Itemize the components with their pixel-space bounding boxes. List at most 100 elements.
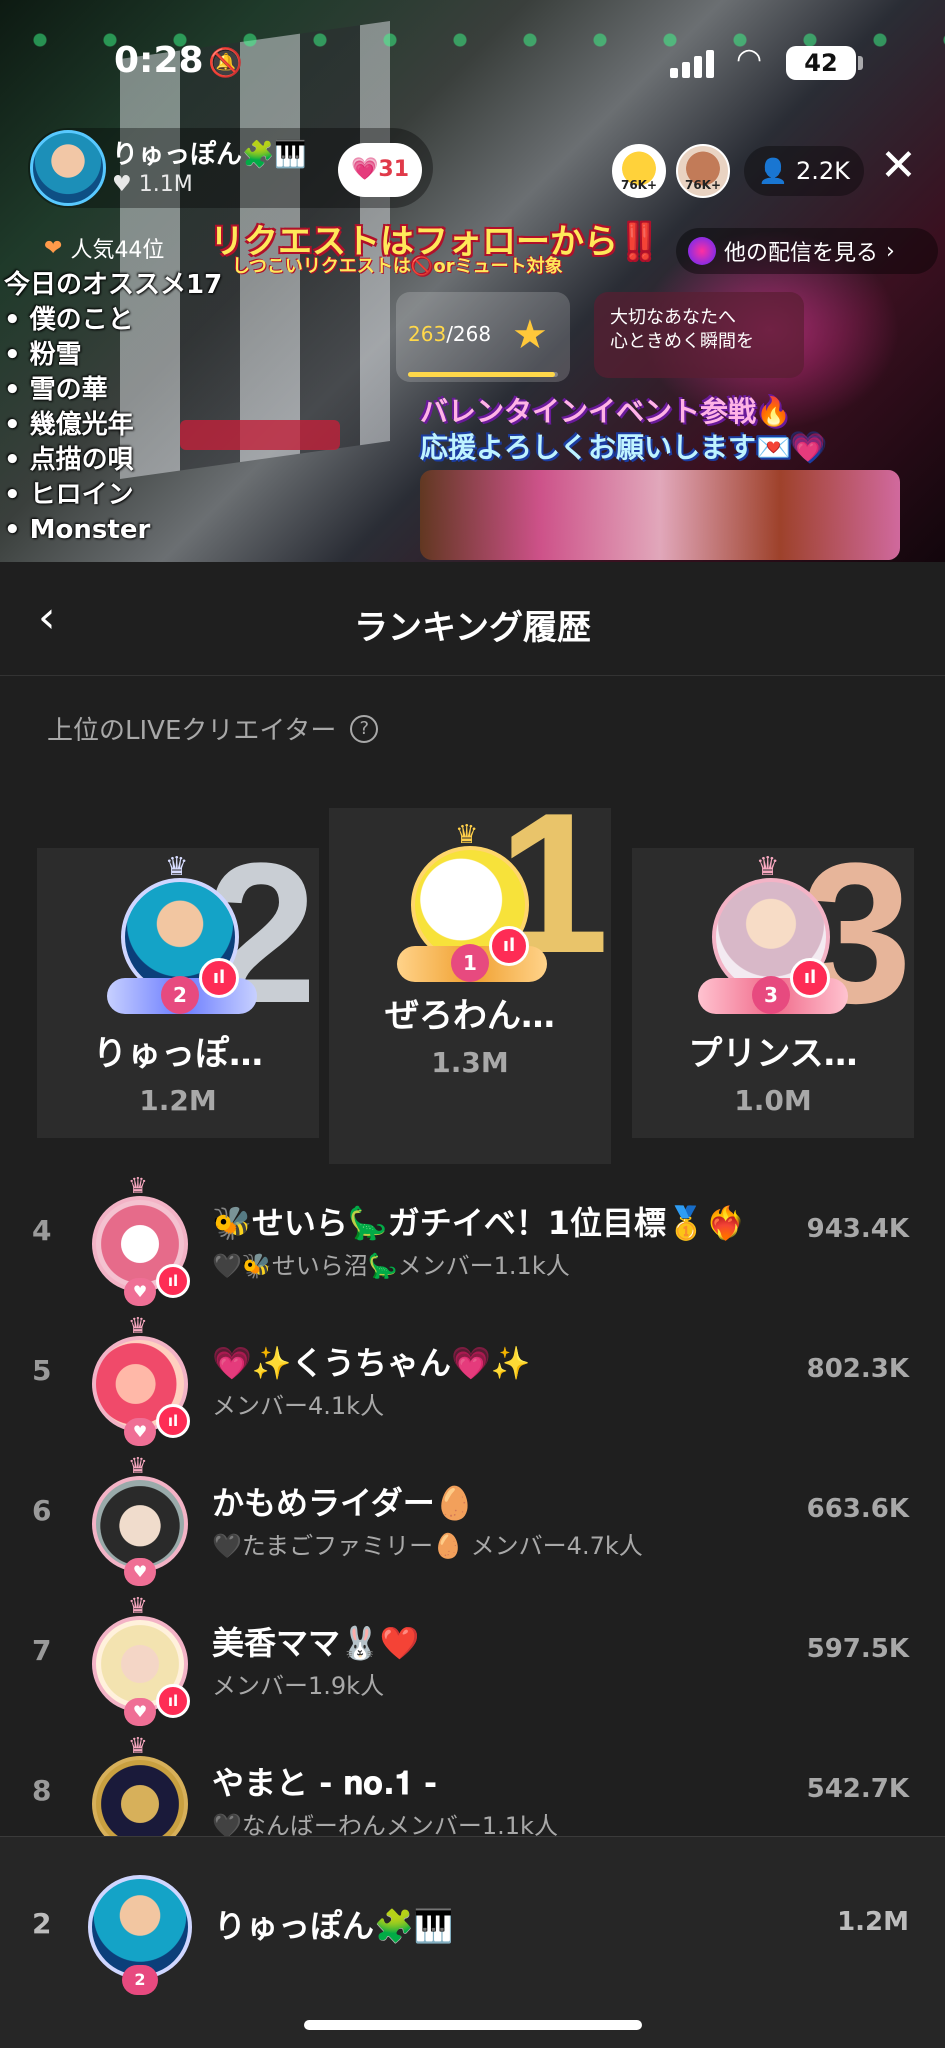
row-rank: 5 <box>32 1354 52 1387</box>
star-icon: ★ <box>512 312 548 358</box>
podium-name: りゅっぽ… <box>93 1034 263 1074</box>
sheet-header: ‹ ランキング履歴 <box>0 562 945 676</box>
podium-rank-2[interactable]: 2 ♛ 2 ıl りゅっぽ… 1.2M <box>37 834 319 1138</box>
message-line-2: 心ときめく瞬間を <box>610 331 754 352</box>
valentine-banner: バレンタインイベント参戦🔥 応援よろしくお願いします💌💗 <box>420 394 826 466</box>
section-label: 上位のLIVEクリエイター ? <box>47 710 379 747</box>
gift-badge[interactable]: 💗31 <box>338 143 422 197</box>
message-card[interactable]: 大切なあなたへ 心ときめく瞬間を <box>594 292 804 378</box>
row-score: 943.4K <box>806 1214 909 1244</box>
battery-cap <box>858 56 863 70</box>
recommend-title: 今日のオススメ17 <box>4 270 223 300</box>
podium-score: 1.2M <box>139 1084 217 1117</box>
recommend-item: 雪の華 <box>4 373 222 408</box>
viewer-count-button[interactable]: 👤 2.2K <box>744 146 864 196</box>
row-rank: 6 <box>32 1494 52 1527</box>
help-icon[interactable]: ? <box>350 714 379 743</box>
podium-name: ぜろわん… <box>385 996 555 1036</box>
ranking-row[interactable]: 5 ♛ ♥ ıl 💗✨くうちゃん💗✨ メンバー4.1k人 802.3K <box>0 1308 945 1448</box>
live-indicator-icon: ıl <box>156 1684 190 1718</box>
close-icon[interactable]: ✕ <box>880 144 917 188</box>
row-rank: 8 <box>32 1774 52 1807</box>
heart-badge-icon: ♥ <box>124 1278 156 1306</box>
home-indicator[interactable] <box>304 2020 642 2030</box>
row-sub: 🖤🐝せいら沼🦕メンバー1.1k人 <box>212 1252 570 1280</box>
other-streams-label: 他の配信を見る <box>724 241 879 266</box>
host-avatar[interactable] <box>30 130 106 206</box>
recommend-item: ヒロイン <box>4 478 222 513</box>
gift-count: 31 <box>378 157 410 182</box>
ranking-row[interactable]: 4 ♛ ♥ ıl 🐝せいら🦕ガチイベ！1位目標🥇❤️‍🔥 🖤🐝せいら沼🦕メンバー… <box>0 1168 945 1308</box>
popularity-rank[interactable]: ❤ 人気44位 <box>44 232 164 264</box>
top-viewer-label-1: 76K+ <box>620 178 658 192</box>
podium-score: 1.3M <box>431 1046 509 1079</box>
ranking-row[interactable]: 7 ♛ ♥ ıl 美香ママ🐰❤️ メンバー1.9k人 597.5K <box>0 1588 945 1728</box>
crown-icon: ♛ <box>756 852 780 882</box>
viewer-count: 2.2K <box>795 157 850 185</box>
status-time: 0:28 <box>114 40 204 81</box>
live-indicator-icon: ıl <box>156 1404 190 1438</box>
goal-current: 263 <box>408 322 447 346</box>
sheet-title: ランキング履歴 <box>354 608 591 648</box>
chevron-right-icon: › <box>886 238 895 264</box>
person-icon: 👤 <box>758 157 788 185</box>
heart-badge-icon: ♥ <box>124 1698 156 1726</box>
my-name: りゅっぽん🧩🎹 <box>214 1907 454 1945</box>
row-sub: メンバー1.9k人 <box>212 1672 385 1700</box>
podium-rank-1[interactable]: 1 ♛ 1 ıl ぜろわん… 1.3M <box>329 784 611 1164</box>
crown-icon: ♛ <box>128 1594 148 1619</box>
row-name: 💗✨くうちゃん💗✨ <box>212 1344 531 1382</box>
section-label-text: 上位のLIVEクリエイター <box>47 716 337 746</box>
bell-muted-icon: 🔕 <box>208 46 243 79</box>
crown-icon: ♛ <box>128 1174 148 1199</box>
row-sub: メンバー4.1k人 <box>212 1392 385 1420</box>
my-score: 1.2M <box>837 1907 909 1937</box>
heart-badge-icon: ♥ <box>124 1558 156 1586</box>
row-score: 802.3K <box>806 1354 909 1384</box>
row-name: かもめライダー🥚 <box>212 1484 475 1522</box>
wifi-icon: ◠ <box>736 42 763 77</box>
row-name: 美香ママ🐰❤️ <box>212 1624 420 1662</box>
my-avatar <box>88 1875 192 1979</box>
top-viewer-label-2: 76K+ <box>684 178 722 192</box>
crown-icon: ♛ <box>128 1314 148 1339</box>
recommend-item: 粉雪 <box>4 338 222 373</box>
crown-icon: ♛ <box>128 1734 148 1759</box>
live-indicator-icon: ıl <box>156 1264 190 1298</box>
host-name: りゅっぽん🧩🎹 <box>112 140 307 170</box>
valentine-decoration <box>420 470 900 560</box>
recommend-list: 今日のオススメ17 僕のこと 粉雪 雪の華 幾億光年 点描の唄 ヒロイン Mon… <box>4 268 222 548</box>
podium-rank-3[interactable]: 3 ♛ 3 ıl プリンス… 1.0M <box>632 834 914 1138</box>
rank-heart-badge: 1 <box>451 944 489 982</box>
live-indicator-icon: ıl <box>489 926 529 966</box>
goal-total: /268 <box>446 322 492 346</box>
cellular-signal-icon <box>670 50 714 78</box>
live-indicator-icon: ıl <box>199 958 239 998</box>
crown-icon: ♛ <box>128 1454 148 1479</box>
rank-heart-badge: 2 <box>122 1965 158 1995</box>
live-indicator-icon: ıl <box>790 958 830 998</box>
podium-score: 1.0M <box>734 1084 812 1117</box>
rank-heart-badge: 3 <box>752 976 790 1014</box>
heart-icon: ❤ <box>44 235 63 261</box>
my-ranking-bar[interactable]: 2 2 りゅっぽん🧩🎹 1.2M <box>0 1836 945 2048</box>
goal-progress-bar <box>408 372 558 377</box>
host-likes: ♥ 1.1M <box>112 172 193 197</box>
recommend-item: Monster <box>4 513 222 548</box>
goal-text: 263/268 <box>408 322 491 346</box>
rank-heart-badge: 2 <box>161 976 199 1014</box>
ranking-history-sheet: ‹ ランキング履歴 上位のLIVEクリエイター ? 2 ♛ 2 ıl りゅっぽ…… <box>0 562 945 2048</box>
popularity-label: 人気44位 <box>70 238 165 263</box>
request-sub-banner: しつこいリクエストは🚫orミュート対象 <box>232 256 563 277</box>
planet-icon <box>688 237 716 265</box>
row-sub: 🖤たまごファミリー🥚 メンバー4.7k人 <box>212 1532 643 1560</box>
row-score: 542.7K <box>806 1774 909 1804</box>
ranking-row[interactable]: 6 ♛ ♥ かもめライダー🥚 🖤たまごファミリー🥚 メンバー4.7k人 663.… <box>0 1448 945 1588</box>
other-streams-button[interactable]: 他の配信を見る › <box>676 228 938 274</box>
status-bar: 0:28 🔕 ◠ 42 <box>0 40 945 90</box>
goal-progress-fill <box>408 372 555 377</box>
row-rank: 7 <box>32 1634 52 1667</box>
heart-badge-icon: ♥ <box>124 1418 156 1446</box>
my-rank: 2 <box>32 1907 52 1940</box>
row-name: 🐝せいら🦕ガチイベ！1位目標🥇❤️‍🔥 <box>212 1204 746 1242</box>
